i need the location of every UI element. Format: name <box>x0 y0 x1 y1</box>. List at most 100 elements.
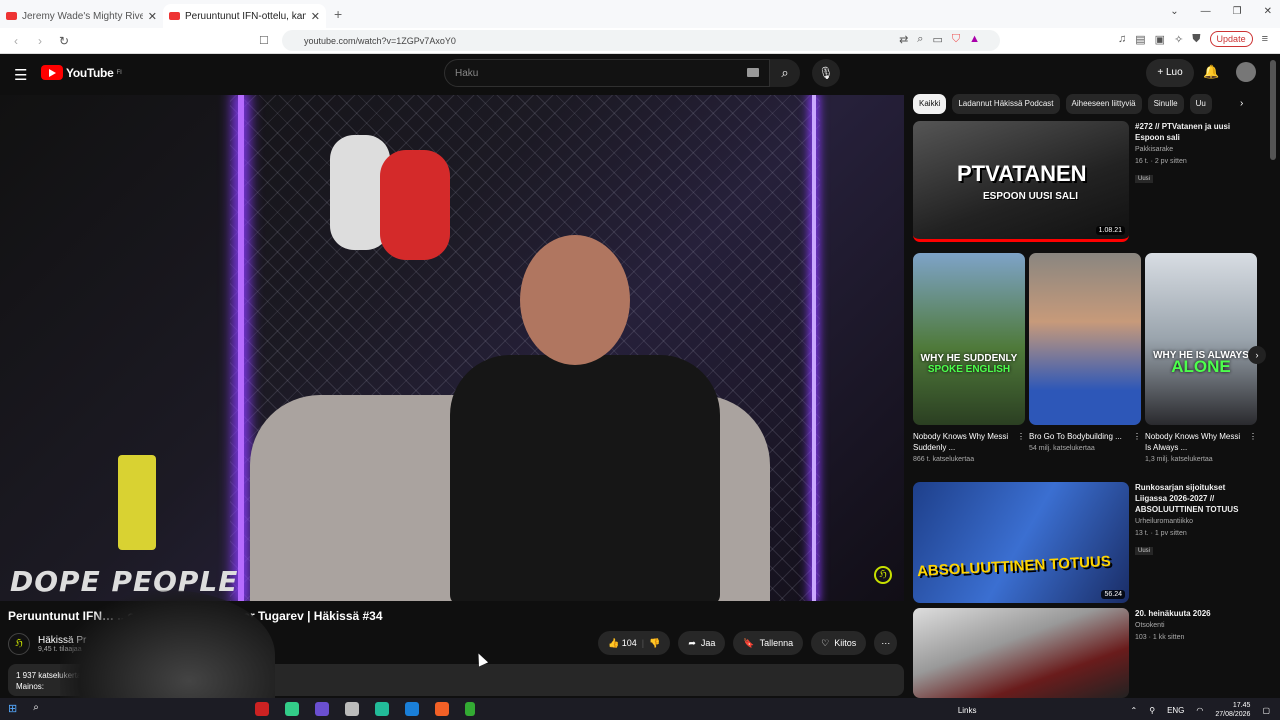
sidebar-icon[interactable]: ▤ <box>1135 33 1145 46</box>
app-icon-discord[interactable] <box>314 702 329 716</box>
short-item[interactable]: WHY HE SUDDENLY SPOKE ENGLISH Nobody Know… <box>913 253 1025 463</box>
close-tab-icon[interactable]: ✕ <box>148 10 157 23</box>
rec-title[interactable]: 20. heinäkuuta 2026 <box>1135 608 1255 619</box>
wifi-icon[interactable]: ◠ <box>1196 706 1203 715</box>
short-item[interactable]: Bro Go To Bodybuilding ... ⋮ 54 milj. kat… <box>1029 253 1141 463</box>
thumbnail-text: PTVATANEN <box>957 161 1087 186</box>
chip-new[interactable]: Uu <box>1189 94 1212 114</box>
back-icon[interactable]: ‹ <box>8 34 24 48</box>
channel-watermark-icon[interactable]: ℌ <box>874 566 892 584</box>
short-thumbnail[interactable]: WHY HE IS ALWAYS ALONE <box>1145 253 1257 425</box>
wallet-icon[interactable]: ▣ <box>1155 33 1165 46</box>
url-field[interactable]: youtube.com/watch?v=1ZGPv7AxoY0 <box>282 30 1000 51</box>
cast-icon[interactable]: ▭ <box>932 33 942 46</box>
browser-tab-2[interactable]: Peruuntunut IFN-ottelu, kamp ✕ <box>163 4 326 28</box>
zoom-icon[interactable]: ⌕ <box>917 33 923 46</box>
create-button[interactable]: + Luo <box>1146 59 1194 87</box>
translate-icon[interactable]: ⇄ <box>899 33 908 46</box>
more-options-icon[interactable]: ⋮ <box>1133 431 1141 442</box>
app-icon-opera[interactable] <box>254 702 269 716</box>
close-window-icon[interactable]: ✕ <box>1264 6 1272 17</box>
forward-icon[interactable]: › <box>32 34 48 48</box>
chevron-up-icon[interactable]: ⌃ <box>1131 706 1138 715</box>
search-input[interactable]: Haku <box>444 59 770 87</box>
more-options-icon[interactable]: ⋮ <box>1017 431 1025 442</box>
chip-all[interactable]: Kaikki <box>913 94 947 114</box>
more-actions-button[interactable]: ⋯ <box>874 631 898 655</box>
save-button[interactable]: 🔖 Tallenna <box>733 631 804 655</box>
app-icon-terminal[interactable] <box>464 702 475 716</box>
app-icon-edge[interactable] <box>404 702 419 716</box>
dislike-button[interactable]: 👎 <box>649 638 660 649</box>
language-indicator[interactable]: ENG <box>1167 706 1184 715</box>
list-item[interactable]: 20. heinäkuuta 2026 Otsokenti 103 · 1 kk… <box>913 608 1255 698</box>
app-icon-chart[interactable] <box>284 702 299 716</box>
search-icon[interactable]: ⌕ <box>33 702 39 716</box>
keyboard-icon[interactable] <box>747 68 759 77</box>
menu-icon[interactable]: ≡ <box>1262 33 1268 45</box>
notifications-icon[interactable]: ▢ <box>1262 706 1270 715</box>
search-button[interactable]: ⌕ <box>770 59 800 87</box>
more-options-icon[interactable]: ⋮ <box>1249 431 1257 442</box>
short-title-text[interactable]: Nobody Knows Why Messi Suddenly ... <box>913 432 1008 452</box>
minimize-icon[interactable]: — <box>1201 6 1211 17</box>
app-icon-store[interactable] <box>374 702 389 716</box>
reload-icon[interactable]: ↻ <box>56 34 72 48</box>
shield-icon[interactable]: ⛉ <box>952 33 960 46</box>
guest-person <box>440 235 730 601</box>
restore-icon[interactable]: ❐ <box>1233 6 1242 17</box>
links-toolbar[interactable]: Links <box>958 706 977 715</box>
rec-title[interactable]: Runkosarjan sijoitukset Liigassa 2026-20… <box>1135 482 1255 515</box>
avatar[interactable] <box>1236 62 1256 82</box>
chip-channel[interactable]: Ladannut Häkissä Podcast <box>952 94 1060 114</box>
rewards-icon[interactable]: ▲ <box>969 33 980 45</box>
caption-line-2: ALONE <box>1171 357 1231 376</box>
rec-title[interactable]: #272 // PTVatanen ja uusi Espoon sali <box>1135 121 1255 143</box>
new-tab-icon[interactable]: + <box>334 6 342 22</box>
short-thumbnail[interactable] <box>1029 253 1141 425</box>
rec-channel[interactable]: Otsokenti <box>1135 621 1255 631</box>
windows-start-icon[interactable]: ⊞ <box>8 702 17 716</box>
extensions-icon[interactable]: ✧ <box>1174 33 1183 46</box>
duration-badge: 1.08.21 <box>1095 226 1125 235</box>
network-icon[interactable]: ⚲ <box>1149 706 1155 715</box>
clock[interactable]: 17.45 27/08/2026 <box>1215 701 1250 719</box>
video-thumbnail[interactable] <box>913 608 1129 698</box>
rec-channel[interactable]: Urheiluromantiikko <box>1135 517 1255 527</box>
rec-channel[interactable]: Pakkisarake <box>1135 145 1255 155</box>
short-item[interactable]: WHY HE IS ALWAYS ALONE Nobody Knows Why M… <box>1145 253 1257 463</box>
list-item[interactable]: PTVATANEN ESPOON UUSI SALI 1.08.21 #272 … <box>913 121 1255 242</box>
bookmark-icon[interactable]: ☐ <box>259 34 269 47</box>
vpn-icon[interactable]: ⛊ <box>1192 33 1200 46</box>
scrollbar[interactable] <box>1270 60 1276 160</box>
chip-related[interactable]: Aiheeseen liittyviä <box>1065 94 1142 114</box>
app-icon-brave[interactable] <box>434 702 449 716</box>
video-thumbnail[interactable]: PTVATANEN ESPOON UUSI SALI 1.08.21 <box>913 121 1129 242</box>
share-button[interactable]: ➦ Jaa <box>678 631 726 655</box>
thanks-icon: ♡ <box>821 637 830 648</box>
close-tab-icon[interactable]: ✕ <box>311 10 320 23</box>
short-thumbnail[interactable]: WHY HE SUDDENLY SPOKE ENGLISH <box>913 253 1025 425</box>
video-thumbnail[interactable]: ABSOLUUTTINEN TOTUUS 56.24 <box>913 482 1129 603</box>
hamburger-menu-icon[interactable]: ☰ <box>14 66 27 84</box>
like-count: 104 <box>621 637 637 648</box>
thanks-button[interactable]: ♡ Kiitos <box>811 631 867 655</box>
app-icon-settings[interactable] <box>344 702 359 716</box>
short-title-text[interactable]: Bro Go To Bodybuilding ... <box>1029 432 1122 441</box>
like-button[interactable]: 👍 104 <box>608 638 637 649</box>
channel-avatar[interactable]: ℌ <box>8 633 30 655</box>
chip-for-you[interactable]: Sinulle <box>1147 94 1184 114</box>
notifications-bell-icon[interactable]: 🔔 <box>1203 64 1219 80</box>
chevron-right-icon[interactable]: › <box>1240 98 1243 109</box>
voice-search-button[interactable]: 🎙 <box>812 59 840 87</box>
youtube-logo[interactable]: YouTube FI <box>41 65 122 80</box>
tab-list-icon[interactable]: ⌄ <box>1170 6 1178 17</box>
short-views: 54 milj. katselukertaa <box>1029 445 1095 452</box>
browser-tab-1[interactable]: Jeremy Wade's Mighty Rivers - Full E ✕ <box>0 4 163 28</box>
shorts-next-button[interactable]: › <box>1248 346 1266 364</box>
update-button[interactable]: Update <box>1209 31 1253 47</box>
video-player[interactable]: DOPE PEOPLE ℌ <box>0 95 904 601</box>
media-icon[interactable]: ♫ <box>1118 33 1126 45</box>
short-title-text[interactable]: Nobody Knows Why Messi Is Always ... <box>1145 432 1240 452</box>
list-item[interactable]: ABSOLUUTTINEN TOTUUS 56.24 Runkosarjan s… <box>913 482 1255 603</box>
